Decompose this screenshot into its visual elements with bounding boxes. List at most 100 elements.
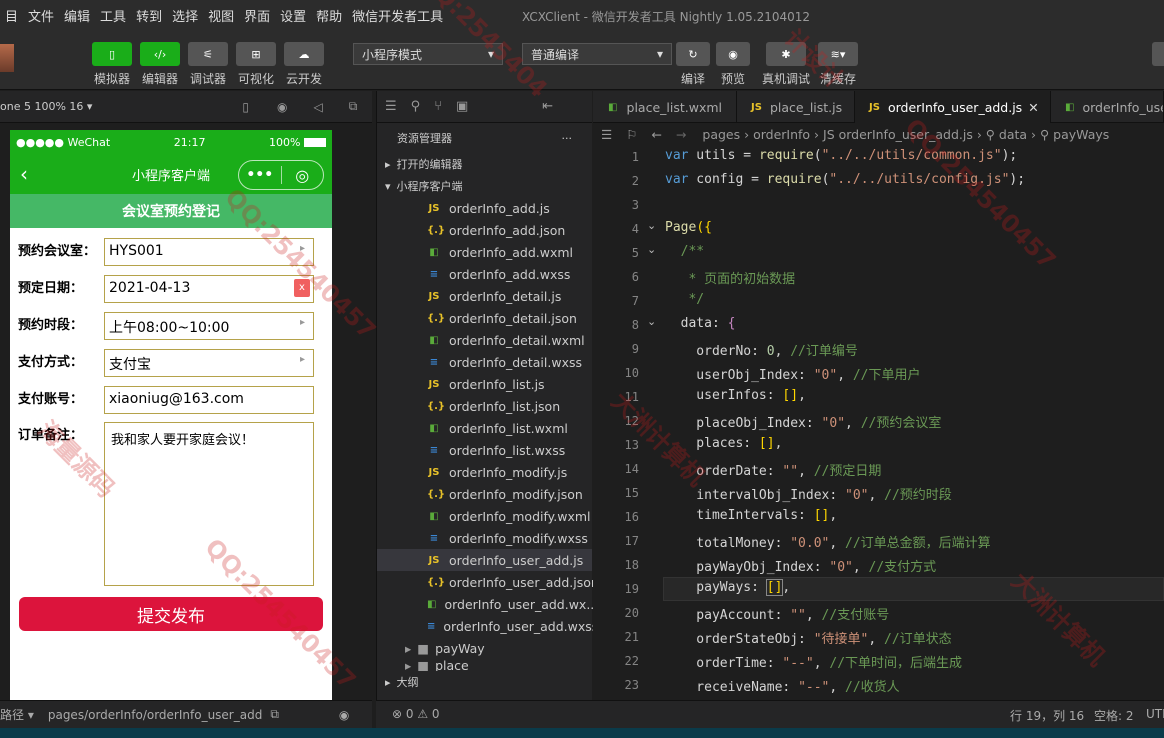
- file-item[interactable]: ≡ orderInfo_detail.wxss: [377, 351, 592, 373]
- submit-button[interactable]: 提交发布: [19, 597, 323, 631]
- list-icon[interactable]: ☰: [601, 127, 612, 142]
- tab-orderinfo-use[interactable]: ◧ orderInfo_use: [1051, 91, 1164, 123]
- file-item[interactable]: JS orderInfo_add.js: [377, 197, 592, 219]
- code-editor[interactable]: 1 2 3 4 5 6 7 8 9 10 11 12 13 14 15 16 17 18 19 20 21 22 23 ⌄ …: [593, 145, 1164, 700]
- menu-devtools[interactable]: 微信开发者工具: [347, 6, 448, 25]
- file-item[interactable]: {.} orderInfo_user_add.json: [377, 571, 599, 593]
- layout-icon[interactable]: ⊞: [236, 42, 276, 66]
- refresh-icon[interactable]: ↻: [676, 42, 710, 66]
- menu-file[interactable]: 文件: [23, 6, 59, 25]
- file-item[interactable]: {.} orderInfo_detail.json: [377, 307, 592, 329]
- eye-icon[interactable]: ◉: [339, 708, 349, 722]
- extensions-icon[interactable]: ▣: [456, 99, 468, 114]
- indent-setting[interactable]: 空格: 2: [1094, 707, 1134, 724]
- tab-place-list-js[interactable]: JS place_list.js: [737, 91, 855, 123]
- problems-indicator[interactable]: ⊗ 0 ⚠ 0: [392, 707, 440, 721]
- menu-edit[interactable]: 编辑: [59, 6, 95, 25]
- account-input[interactable]: xiaoniug@163.com: [104, 386, 314, 414]
- menu-settings[interactable]: 设置: [275, 6, 311, 25]
- path-dropdown[interactable]: 路径 ▾: [0, 706, 34, 723]
- menu-view[interactable]: 视图: [203, 6, 239, 25]
- avatar[interactable]: [0, 44, 14, 72]
- time-picker[interactable]: 上午08:00~10:00 ▸: [104, 312, 314, 340]
- remark-textarea[interactable]: 我和家人要开家庭会议！: [104, 422, 314, 586]
- encoding[interactable]: UTF: [1146, 707, 1164, 721]
- file-item[interactable]: {.} orderInfo_modify.json: [377, 483, 592, 505]
- js-file-icon: JS: [428, 290, 440, 302]
- fold-icon[interactable]: ⌄: [647, 219, 656, 232]
- git-icon[interactable]: ⑂: [434, 99, 442, 114]
- file-item[interactable]: ◧ orderInfo_add.wxml: [377, 241, 592, 263]
- fold-icon[interactable]: ⌄: [647, 243, 656, 256]
- file-item[interactable]: JS orderInfo_modify.js: [377, 461, 592, 483]
- files-icon[interactable]: ☰: [385, 99, 397, 114]
- menu-help[interactable]: 帮助: [311, 6, 347, 25]
- close-circle-icon[interactable]: ◎: [282, 166, 324, 185]
- file-item[interactable]: JS orderInfo_list.js: [377, 373, 592, 395]
- room-picker[interactable]: HYS001 ▸: [104, 238, 314, 266]
- record-icon[interactable]: ◉: [277, 100, 287, 114]
- chevron-right-icon: ▸: [385, 675, 391, 689]
- file-item[interactable]: ≡ orderInfo_list.wxss: [377, 439, 592, 461]
- cloud-icon[interactable]: ☁: [284, 42, 324, 66]
- file-item[interactable]: JS orderInfo_detail.js: [377, 285, 592, 307]
- popout-icon[interactable]: ⧉: [349, 99, 358, 114]
- close-icon[interactable]: ✕: [1028, 100, 1038, 115]
- copy-icon[interactable]: ⧉: [270, 707, 279, 722]
- file-item[interactable]: ≡ orderInfo_user_add.wxss: [377, 615, 598, 637]
- file-item[interactable]: ◧ orderInfo_user_add.wx...: [377, 593, 598, 615]
- cursor-position[interactable]: 行 19，列 16: [1010, 707, 1084, 724]
- back-icon[interactable]: ‹: [20, 162, 28, 186]
- mode-select[interactable]: 小程序模式 ▾: [353, 43, 503, 65]
- file-item[interactable]: {.} orderInfo_add.json: [377, 219, 592, 241]
- phone-icon[interactable]: ▯: [92, 42, 132, 66]
- file-item[interactable]: ◧ orderInfo_list.wxml: [377, 417, 592, 439]
- outline-section[interactable]: ▸ 大纲: [377, 671, 592, 693]
- file-item[interactable]: ≡ orderInfo_add.wxss: [377, 263, 592, 285]
- tab-place-list-wxml[interactable]: ◧ place_list.wxml: [593, 91, 737, 123]
- folder-payway[interactable]: ▸ ■ payWay: [377, 637, 592, 659]
- forward-arrow-icon[interactable]: →: [676, 127, 686, 142]
- file-item[interactable]: ≡ orderInfo_modify.wxss: [377, 527, 592, 549]
- layers-icon[interactable]: ≋▾: [818, 42, 858, 66]
- project-section[interactable]: ▾ 小程序客户端: [377, 175, 592, 197]
- back-arrow-icon[interactable]: ←: [651, 127, 661, 142]
- speaker-icon[interactable]: ◁: [314, 100, 323, 114]
- more-dots-icon[interactable]: •••: [239, 167, 281, 183]
- compile-label: 编译: [680, 72, 705, 86]
- payway-picker[interactable]: 支付宝 ▸: [104, 349, 314, 377]
- eye-icon[interactable]: ◉: [716, 42, 750, 66]
- mode-select-value: 小程序模式: [362, 47, 423, 62]
- phone-icon[interactable]: ▯: [242, 100, 249, 114]
- bookmark-icon[interactable]: ⚐: [626, 127, 637, 142]
- compile-select[interactable]: 普通编译 ▾: [522, 43, 672, 65]
- tab-orderinfo-user-add-js[interactable]: JS orderInfo_user_add.js ✕: [855, 91, 1051, 123]
- menu-goto[interactable]: 转到: [131, 6, 167, 25]
- menu-select[interactable]: 选择: [167, 6, 203, 25]
- folder-place[interactable]: ▸ ■ place: [377, 659, 592, 671]
- more-icon[interactable]: ···: [562, 132, 573, 145]
- file-item[interactable]: ◧ orderInfo_detail.wxml: [377, 329, 592, 351]
- search-icon[interactable]: ⚲: [411, 99, 421, 114]
- collapse-panel-icon[interactable]: ⇤: [542, 99, 553, 114]
- breadcrumb-path[interactable]: pages › orderInfo › JS orderInfo_user_ad…: [702, 127, 1109, 142]
- code-line: */: [665, 292, 705, 307]
- debug-icon[interactable]: ⚟: [188, 42, 228, 66]
- file-item[interactable]: {.} orderInfo_list.json: [377, 395, 592, 417]
- bug-icon[interactable]: ✱: [766, 42, 806, 66]
- fold-icon[interactable]: ⌄: [647, 315, 656, 328]
- menu-interface[interactable]: 界面: [239, 6, 275, 25]
- menu-item[interactable]: 目: [0, 6, 23, 25]
- date-picker[interactable]: 2021-04-13 x: [104, 275, 314, 303]
- file-item[interactable]: ◧ orderInfo_modify.wxml: [377, 505, 592, 527]
- device-select[interactable]: one 5 100% 16 ▾: [0, 100, 92, 113]
- wxml-file-icon: ◧: [429, 334, 439, 346]
- menu-tools[interactable]: 工具: [95, 6, 131, 25]
- file-item[interactable]: JS orderInfo_user_add.js: [377, 549, 592, 571]
- code-icon[interactable]: ‹/›: [140, 42, 180, 66]
- open-editors-section[interactable]: ▸ 打开的编辑器: [377, 153, 592, 175]
- clear-icon[interactable]: x: [294, 279, 310, 297]
- cloud-label: 云开发: [285, 72, 322, 86]
- more-button[interactable]: [1152, 42, 1164, 66]
- wxml-file-icon: ◧: [608, 101, 618, 113]
